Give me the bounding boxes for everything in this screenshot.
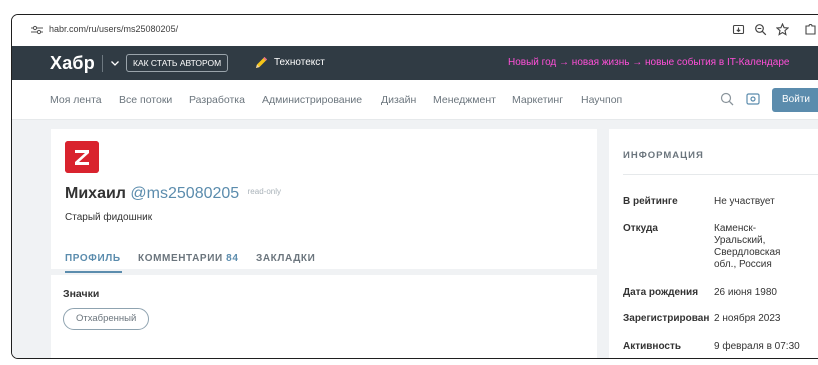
nav-item-all-streams[interactable]: Все потоки [119,94,172,106]
nav-item-development[interactable]: Разработка [189,94,245,106]
comments-count: 84 [226,253,239,264]
info-key-activity: Активность [623,341,682,352]
nav-item-management[interactable]: Менеджмент [433,94,496,106]
nav-item-design[interactable]: Дизайн [381,94,416,106]
info-key-registered: Зарегистрирован [623,313,710,324]
badges-card: Значки Отхабренный [51,275,597,358]
site-logo[interactable]: Хабр [50,53,95,74]
info-value-activity: 9 февраля в 07:30 [714,341,800,352]
tab-profile[interactable]: ПРОФИЛЬ [65,253,121,264]
bookmark-star-icon[interactable] [776,23,789,36]
info-value-birthday: 26 июня 1980 [714,287,777,298]
info-value-location[interactable]: Каменск-Уральский, Свердловская обл., Ро… [714,223,804,271]
badges-title: Значки [63,288,100,300]
site-header: Хабр КАК СТАТЬ АВТОРОМ Технотекст Новый … [12,46,818,80]
profile-card: Михаил @ms25080205 read-only Старый фидо… [51,129,597,273]
info-card: ИНФОРМАЦИЯ В рейтинге Не участвует Откуд… [609,129,818,358]
user-nickname[interactable]: @ms25080205 [130,185,239,202]
technotext-link[interactable]: Технотекст [274,57,325,68]
login-button[interactable]: Войти [772,88,818,112]
info-key-location: Откуда [623,223,658,234]
tab-bookmarks[interactable]: ЗАКЛАДКИ [256,253,315,264]
nav-item-feed[interactable]: Моя лента [50,94,102,106]
user-status: Старый фидошник [65,212,153,223]
nav-item-popular-science[interactable]: Научпоп [581,94,622,106]
main-nav: Моя лента Все потоки Разработка Админист… [12,80,818,120]
how-to-become-author-button[interactable]: КАК СТАТЬ АВТОРОМ [126,54,229,72]
user-name: Михаил @ms25080205 read-only [65,185,281,203]
url-text[interactable]: habr.com/ru/users/ms25080205/ [49,24,178,34]
extensions-icon[interactable] [804,23,817,36]
search-icon[interactable] [720,92,734,106]
info-title: ИНФОРМАЦИЯ [623,150,704,161]
promo-link[interactable]: Новый год → новая жизнь → новые события … [508,57,789,68]
info-key-birthday: Дата рождения [623,287,699,298]
read-only-badge: read-only [247,187,281,196]
header-divider [102,55,103,72]
page-content: Михаил @ms25080205 read-only Старый фидо… [12,120,818,358]
site-settings-icon[interactable] [31,25,43,35]
tab-comments[interactable]: КОММЕНТАРИИ 84 [138,253,239,264]
address-bar[interactable]: habr.com/ru/users/ms25080205/ [12,15,818,46]
info-value-registered: 2 ноября 2023 [714,313,781,324]
reading-settings-icon[interactable] [746,92,760,106]
active-tab-indicator [65,271,122,273]
browser-window: habr.com/ru/users/ms25080205/ Хабр КАК С… [11,14,818,359]
info-value-rating: Не участвует [714,196,775,207]
pencil-icon [256,57,267,68]
zoom-icon[interactable] [754,23,767,36]
tab-comments-label: КОММЕНТАРИИ [138,253,223,264]
chevron-down-icon[interactable] [110,58,120,68]
nav-item-marketing[interactable]: Маркетинг [512,94,563,106]
badge-item[interactable]: Отхабренный [63,308,150,330]
install-app-icon[interactable] [732,23,745,36]
user-real-name: Михаил [65,185,126,202]
info-divider [623,174,818,175]
info-key-rating: В рейтинге [623,196,678,207]
avatar[interactable] [65,141,99,173]
nav-item-administration[interactable]: Администрирование [262,94,362,106]
